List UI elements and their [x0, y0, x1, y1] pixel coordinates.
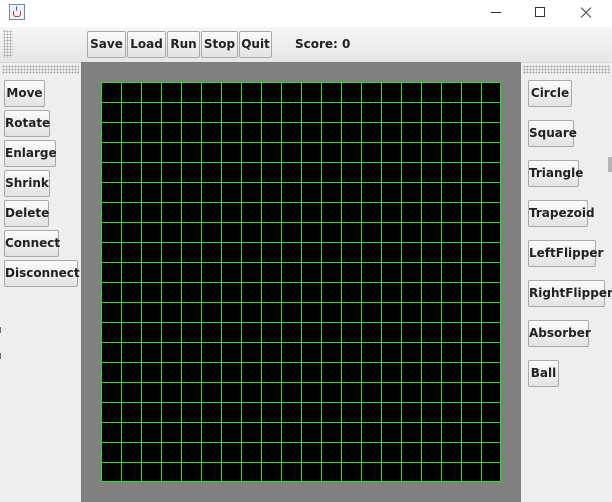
delete-button[interactable]: Delete: [4, 200, 49, 227]
disconnect-button[interactable]: Disconnect: [4, 260, 80, 287]
title-bar: [0, 0, 612, 27]
move-button[interactable]: Move: [4, 80, 45, 107]
close-button[interactable]: [563, 0, 609, 27]
minimize-button[interactable]: [474, 0, 520, 27]
java-cup-icon[interactable]: [9, 4, 25, 20]
save-button[interactable]: Save: [87, 31, 126, 58]
rotate-button[interactable]: Rotate: [4, 110, 50, 137]
maximize-icon: [535, 7, 545, 17]
toolbar-drag-handle[interactable]: [3, 30, 13, 58]
square-button[interactable]: Square: [528, 120, 577, 147]
ball-button[interactable]: Ball: [528, 360, 559, 387]
edit-tools-panel: Move Rotate Enlarge Shrink Delete Connec…: [0, 64, 81, 502]
run-button[interactable]: Run: [167, 31, 200, 58]
window-edge-marker: [0, 327, 1, 333]
left-flipper-button[interactable]: LeftFlipper: [528, 240, 603, 267]
connect-button[interactable]: Connect: [4, 230, 60, 257]
score-label: Score: 0: [295, 37, 351, 51]
window-edge-marker: [0, 353, 1, 359]
resize-handle[interactable]: [608, 157, 612, 172]
right-toolbar-drag-handle[interactable]: [523, 65, 610, 74]
maximize-button[interactable]: [518, 0, 564, 27]
game-board-grid[interactable]: [101, 82, 501, 482]
trapezoid-button[interactable]: Trapezoid: [528, 200, 595, 227]
minimize-icon: [491, 12, 501, 13]
triangle-button[interactable]: Triangle: [528, 160, 583, 187]
circle-button[interactable]: Circle: [528, 80, 572, 107]
gizmo-palette-panel: Circle Square Triangle Trapezoid LeftFli…: [521, 64, 612, 502]
enlarge-button[interactable]: Enlarge: [4, 140, 57, 167]
window-body: Save Load Run Stop Quit Score: 0 Move Ro…: [0, 27, 612, 502]
board-frame: [81, 62, 521, 502]
left-toolbar-drag-handle[interactable]: [2, 65, 79, 74]
top-toolbar: Save Load Run Stop Quit Score: 0: [0, 27, 612, 63]
shrink-button[interactable]: Shrink: [4, 170, 50, 197]
load-button[interactable]: Load: [127, 31, 166, 58]
right-flipper-button[interactable]: RightFlipper: [528, 280, 612, 307]
absorber-button[interactable]: Absorber: [528, 320, 591, 347]
stop-button[interactable]: Stop: [201, 31, 238, 58]
quit-button[interactable]: Quit: [239, 31, 272, 58]
